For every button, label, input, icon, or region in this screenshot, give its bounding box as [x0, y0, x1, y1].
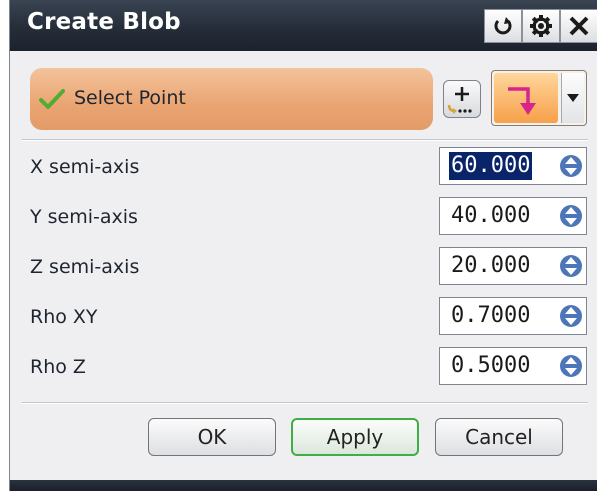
- z-semi-axis-value[interactable]: 20.000: [449, 252, 532, 280]
- point-type-split-button[interactable]: [491, 70, 587, 126]
- spinner-arrows-icon[interactable]: [559, 352, 583, 380]
- rho-xy-input[interactable]: 0.7000: [439, 297, 587, 335]
- point-constructor-icon: [447, 87, 472, 114]
- cancel-button[interactable]: Cancel: [435, 418, 563, 456]
- z-semi-axis-input[interactable]: 20.000: [439, 247, 587, 285]
- dialog-title: Create Blob: [27, 9, 181, 35]
- reset-button[interactable]: [484, 9, 522, 43]
- close-button[interactable]: [560, 9, 597, 43]
- bottom-bar: [10, 480, 597, 491]
- y-semi-axis-input[interactable]: 40.000: [439, 197, 587, 235]
- reset-icon: [494, 17, 512, 35]
- inferred-point-icon: [508, 87, 536, 115]
- separator: [22, 402, 588, 404]
- x-semi-axis-label: X semi-axis: [30, 156, 140, 178]
- spinner-arrows-icon[interactable]: [559, 252, 583, 280]
- point-dialog-button[interactable]: [443, 80, 481, 118]
- gear-icon: [530, 15, 552, 37]
- rho-xy-label: Rho XY: [30, 306, 98, 328]
- rho-z-input[interactable]: 0.5000: [439, 347, 587, 385]
- ok-button[interactable]: OK: [148, 418, 276, 456]
- apply-button[interactable]: Apply: [291, 418, 419, 456]
- rho-z-label: Rho Z: [30, 356, 86, 378]
- checkmark-icon: [39, 89, 65, 109]
- title-bar[interactable]: Create Blob: [10, 0, 597, 51]
- settings-button[interactable]: [522, 9, 560, 43]
- select-point-label: Select Point: [74, 87, 186, 109]
- z-semi-axis-label: Z semi-axis: [30, 256, 140, 278]
- spinner-arrows-icon[interactable]: [559, 202, 583, 230]
- x-semi-axis-value[interactable]: 60.000: [449, 152, 533, 180]
- separator: [22, 139, 588, 141]
- spinner-arrows-icon[interactable]: [559, 302, 583, 330]
- rho-z-value[interactable]: 0.5000: [449, 352, 532, 380]
- y-semi-axis-value[interactable]: 40.000: [449, 202, 532, 230]
- x-semi-axis-input[interactable]: 60.000: [439, 147, 587, 185]
- spinner-arrows-icon[interactable]: [559, 152, 583, 180]
- chevron-down-icon: [567, 94, 579, 102]
- inferred-point-button[interactable]: [494, 73, 558, 123]
- point-type-dropdown[interactable]: [561, 73, 584, 123]
- rho-xy-value[interactable]: 0.7000: [449, 302, 532, 330]
- close-icon: [569, 16, 589, 36]
- y-semi-axis-label: Y semi-axis: [30, 206, 138, 228]
- create-blob-dialog: Create Blob Select Point X semi-axis 60.…: [9, 0, 597, 491]
- select-point-row[interactable]: Select Point: [30, 68, 433, 130]
